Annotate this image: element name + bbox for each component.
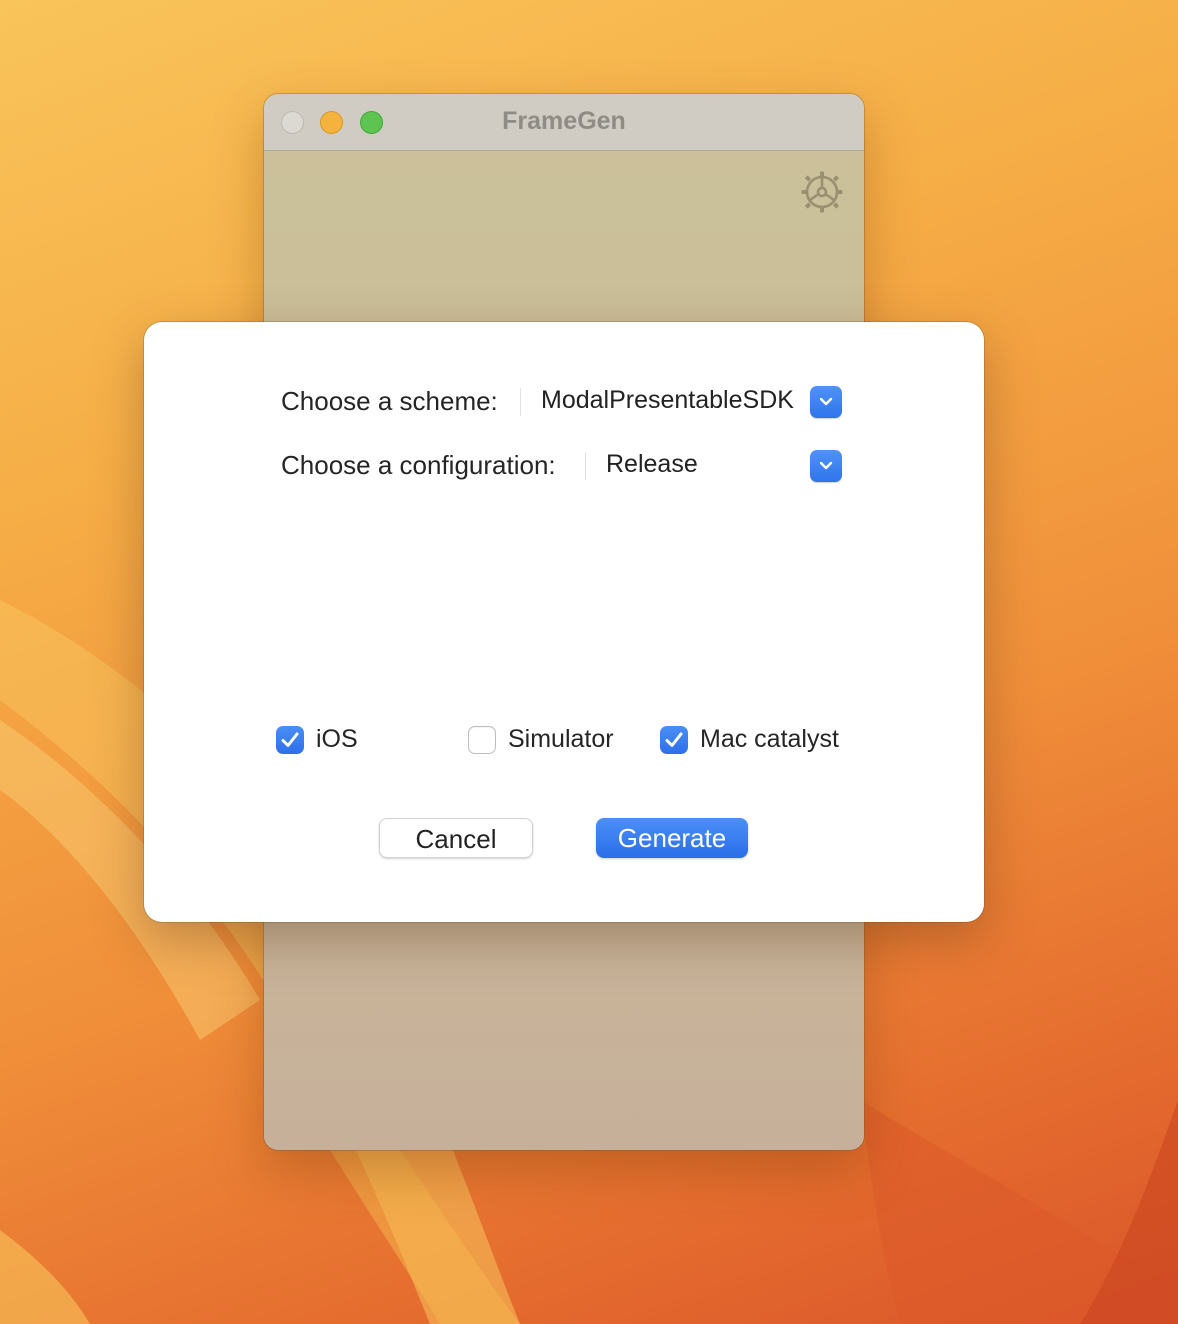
configuration-label: Choose a configuration:: [281, 450, 556, 480]
scheme-selected-value: ModalPresentableSDK: [541, 386, 794, 414]
configuration-popup[interactable]: Release: [585, 448, 848, 484]
simulator-checkbox-label[interactable]: Simulator: [508, 725, 614, 754]
simulator-checkbox[interactable]: [468, 726, 496, 754]
window-title: FrameGen: [502, 107, 626, 135]
desktop-wallpaper: FrameGen Choose a scheme: ModalPresentab…: [0, 0, 1178, 1324]
mac-catalyst-checkbox-label[interactable]: Mac catalyst: [700, 725, 839, 754]
generate-button[interactable]: Generate: [596, 818, 748, 858]
popup-separator: [585, 452, 586, 480]
checkmark-icon: [665, 732, 683, 747]
mac-catalyst-checkbox[interactable]: [660, 726, 688, 754]
scheme-popup[interactable]: ModalPresentableSDK: [520, 384, 848, 420]
generate-sheet: Choose a scheme: ModalPresentableSDK Cho…: [144, 322, 984, 922]
chevron-down-icon[interactable]: [810, 450, 842, 482]
ios-checkbox-label[interactable]: iOS: [316, 725, 358, 754]
cancel-button[interactable]: Cancel: [379, 818, 533, 858]
ios-checkbox[interactable]: [276, 726, 304, 754]
scheme-label: Choose a scheme:: [281, 386, 498, 416]
gear-icon[interactable]: [800, 170, 844, 214]
popup-separator: [520, 388, 521, 416]
chevron-down-icon[interactable]: [810, 386, 842, 418]
configuration-selected-value: Release: [606, 450, 698, 478]
checkmark-icon: [281, 732, 299, 747]
title-bar[interactable]: FrameGen: [264, 94, 864, 151]
